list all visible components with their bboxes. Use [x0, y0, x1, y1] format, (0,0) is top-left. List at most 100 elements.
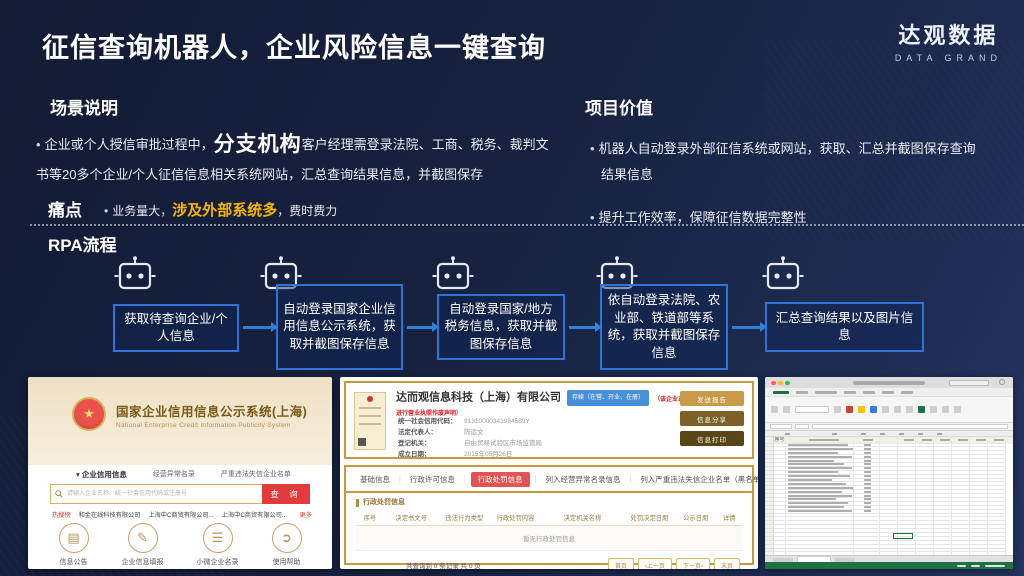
record-count-text: 共查询到 0 条记录 共 0 页 — [406, 560, 481, 569]
ribbon-control[interactable] — [918, 406, 925, 413]
excel-search-box[interactable] — [949, 380, 989, 386]
excel-formula-bar — [765, 423, 1013, 431]
search-bar: 查 询 — [50, 484, 310, 504]
more-link[interactable]: 更多 — [300, 510, 312, 519]
tab-basic-info[interactable]: 基础信息 — [356, 472, 394, 487]
tab-abnormal-list[interactable]: 经营异常名录 — [153, 469, 195, 480]
cell-text-bar — [864, 506, 871, 508]
hot-search-item[interactable]: 上海中C商贸有限公司... — [222, 510, 287, 519]
cell-text-bar — [788, 498, 836, 500]
quick-link-help[interactable]: ➲ 使用帮助 — [272, 523, 302, 567]
tab-separator: | — [399, 476, 401, 483]
ribbon-tab-home[interactable] — [773, 391, 789, 394]
tab-blacklist[interactable]: 严重违法失信企业名单 — [221, 469, 291, 480]
sheet-cell[interactable] — [988, 552, 1006, 555]
ribbon-control[interactable] — [795, 406, 829, 413]
row-number-cell[interactable] — [765, 552, 774, 555]
scene-text-prefix: 企业或个人授信审批过程中， — [45, 137, 214, 152]
ribbon-tab[interactable] — [882, 391, 894, 394]
ribbon-control[interactable] — [870, 406, 877, 413]
ribbon-control[interactable] — [906, 406, 913, 413]
ribbon-control[interactable] — [894, 406, 901, 413]
sheet-cell[interactable] — [952, 552, 970, 555]
ribbon-control[interactable] — [846, 406, 853, 413]
status-item — [971, 565, 980, 567]
cell-text-bar — [788, 460, 834, 462]
ribbon-tab[interactable] — [844, 391, 856, 394]
share-info-button[interactable]: 信息分享 — [680, 411, 744, 426]
empty-table-message: 暂无行政处罚信息 — [356, 526, 742, 551]
cell-text-bar — [864, 483, 871, 485]
send-report-button[interactable]: 发送报告 — [680, 391, 744, 406]
sheet-cell[interactable] — [898, 552, 916, 555]
column-letter — [861, 433, 866, 435]
robot-icon — [760, 255, 806, 297]
ribbon-control[interactable] — [858, 406, 865, 413]
tab-admin-license[interactable]: 行政许可信息 — [406, 472, 459, 487]
ribbon-control[interactable] — [942, 406, 949, 413]
close-window-icon[interactable] — [771, 381, 776, 386]
prev-page-button[interactable]: ‹上一页 — [638, 558, 672, 569]
screenshot-company-detail: 达而观信息科技（上海）有限公司存续（在营、开业、在册）（该企业正在进行营业执照作… — [340, 377, 758, 569]
tab-admin-penalty[interactable]: 行政处罚信息 — [471, 472, 530, 487]
ribbon-control[interactable] — [783, 406, 790, 413]
cell-text-bar — [788, 456, 852, 458]
ribbon-control[interactable] — [771, 406, 778, 413]
tab-enterprise-credit[interactable]: ▾ 企业信用信息 — [76, 469, 127, 480]
excel-grid[interactable]: 序号 — [765, 437, 1013, 555]
ribbon-tab[interactable] — [796, 391, 808, 394]
fx-icon — [795, 424, 809, 429]
quick-link-sme-directory[interactable]: ☰ 小微企业名录 — [197, 523, 239, 567]
first-page-button[interactable]: 首页 — [608, 558, 634, 569]
ribbon-tab[interactable] — [863, 391, 875, 394]
cell-text-bar — [864, 463, 871, 465]
bullet-dot: • — [36, 137, 41, 152]
tab-abnormal-record[interactable]: 列入经营异常名录信息 — [541, 472, 624, 487]
next-page-button[interactable]: 下一页› — [676, 558, 710, 569]
minimize-window-icon[interactable] — [778, 381, 783, 386]
hot-search-item[interactable]: 和金在线科技有限公司 — [79, 510, 141, 519]
ribbon-tab[interactable] — [901, 391, 913, 394]
tab-blacklist-record[interactable]: 列入严重违法失信企业名单（黑名单）信息 — [636, 472, 758, 487]
zoom-slider[interactable] — [985, 565, 1005, 567]
screenshot-gov-portal: ★ 国家企业信用信息公示系统(上海) National Enterprise C… — [28, 377, 332, 569]
quick-link-announcements[interactable]: ▤ 信息公告 — [59, 523, 89, 567]
hot-search-item[interactable]: 上海中C商贸有限公司... — [148, 510, 213, 519]
last-page-button[interactable]: 末页 — [714, 558, 740, 569]
cell-text-bar — [864, 487, 871, 489]
ribbon-control[interactable] — [930, 406, 937, 413]
scene-bullet: •企业或个人授信审批过程中，分支机构客户经理需登录法院、工商、税务、裁判文书等2… — [36, 130, 558, 190]
share-icon[interactable] — [999, 379, 1005, 385]
fullscreen-window-icon[interactable] — [785, 381, 790, 386]
cell-text-bar — [864, 510, 871, 512]
header-text-bar — [994, 439, 1004, 441]
gov-portal-subtitle: National Enterprise Credit Information P… — [116, 422, 291, 429]
cell-text-bar — [864, 444, 871, 446]
sheet-cell[interactable] — [854, 552, 880, 555]
sheet-cell[interactable] — [774, 552, 786, 555]
sheet-cell[interactable] — [934, 552, 952, 555]
sheet-cell[interactable] — [786, 552, 854, 555]
ribbon-control[interactable] — [882, 406, 889, 413]
megaphone-icon: ➲ — [272, 523, 302, 553]
cell-text-bar — [864, 502, 871, 504]
ribbon-control[interactable] — [954, 406, 961, 413]
formula-input[interactable] — [812, 424, 1008, 429]
print-info-button[interactable]: 信息打印 — [680, 431, 744, 446]
cell-name-box[interactable] — [770, 424, 792, 429]
brand-logo-en: DATA GRAND — [895, 53, 1002, 63]
cell-text-bar — [864, 467, 871, 469]
sheet-cell[interactable] — [916, 552, 934, 555]
ribbon-tab[interactable] — [815, 391, 837, 394]
action-buttons: 发送报告 信息分享 信息打印 — [680, 391, 744, 446]
sheet-row[interactable] — [765, 552, 1013, 555]
window-title-text — [853, 381, 925, 385]
tab-separator: | — [464, 476, 466, 483]
quick-link-filing[interactable]: ✎ 企业信息填报 — [122, 523, 164, 567]
search-button[interactable]: 查 询 — [262, 484, 310, 504]
sheet-cell[interactable] — [880, 552, 898, 555]
ribbon-control[interactable] — [834, 406, 841, 413]
field-row: 统一社会信用代码：91310000341984589Y — [398, 416, 542, 427]
search-input[interactable] — [50, 484, 262, 504]
sheet-cell[interactable] — [970, 552, 988, 555]
